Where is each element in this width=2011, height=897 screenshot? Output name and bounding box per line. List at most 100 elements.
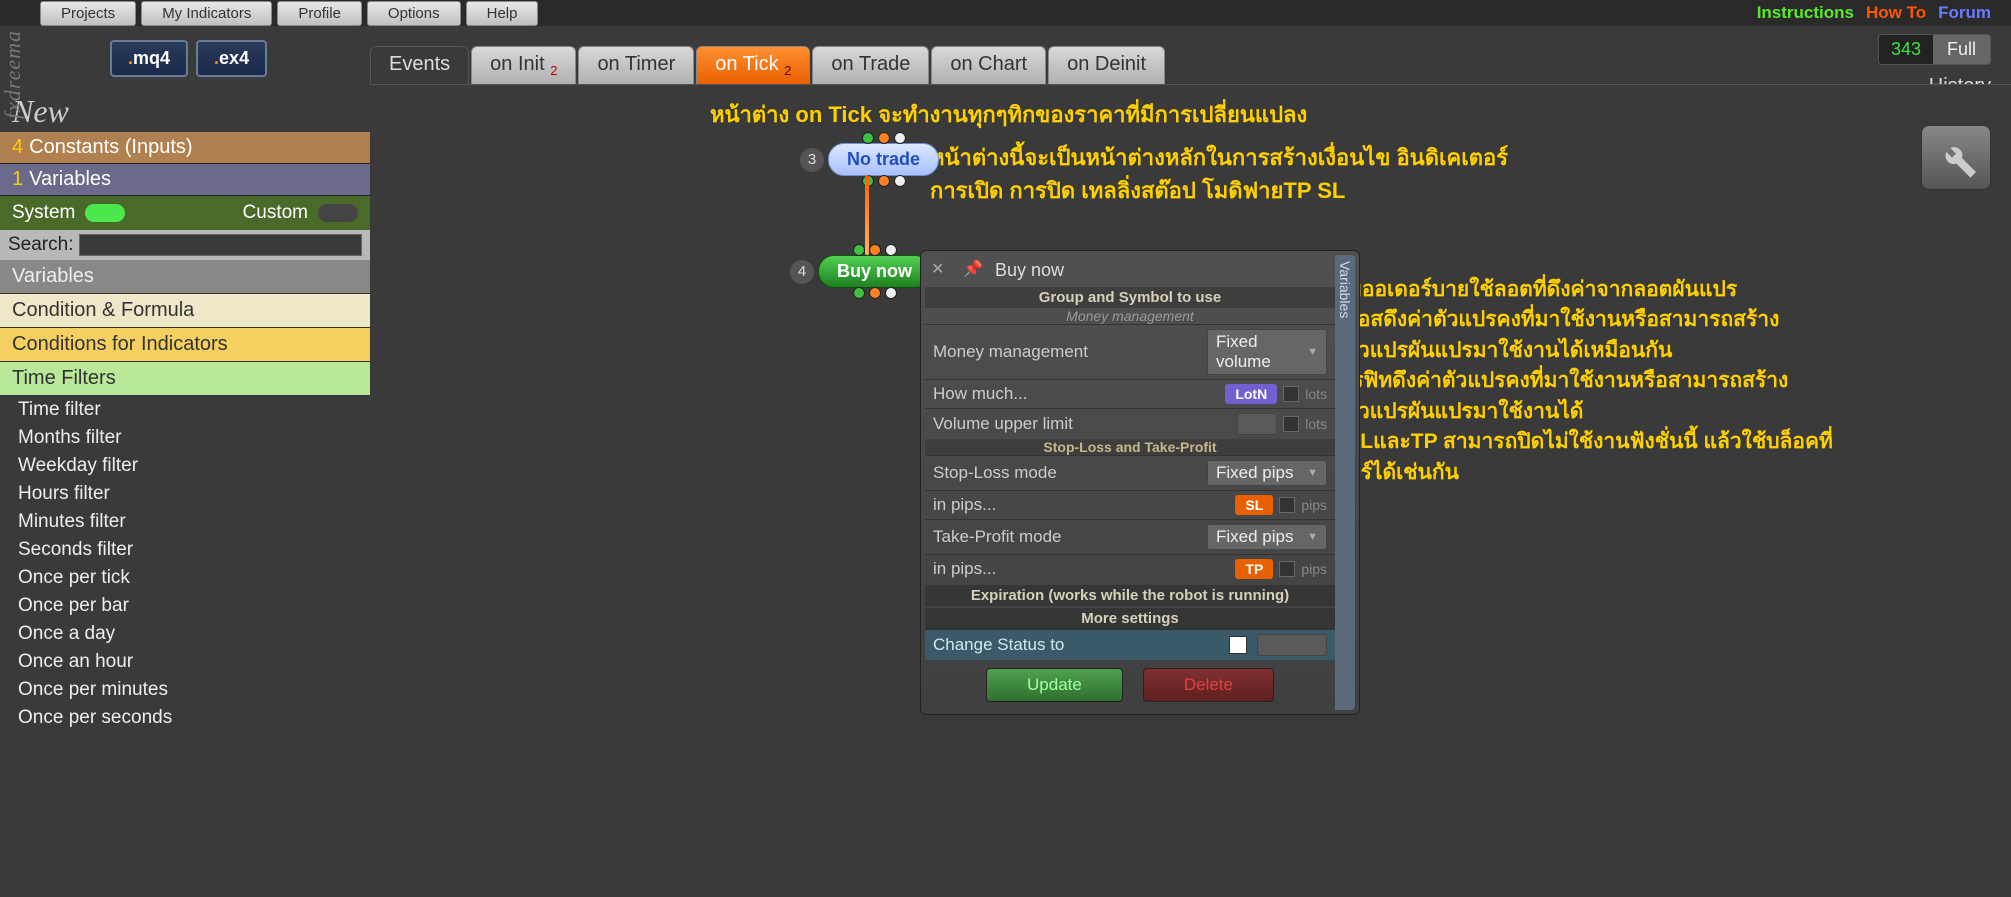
left-sidebar: .mq4 .ex4 New 4Constants (Inputs) 1Varia… <box>0 26 370 897</box>
toggle-custom-label: Custom <box>243 202 308 224</box>
menu-my-indicators[interactable]: My Indicators <box>141 1 272 26</box>
row-label: Volume upper limit <box>933 414 1237 434</box>
list-item[interactable]: Once per seconds <box>0 704 370 732</box>
time-filter-list: Time filter Months filter Weekday filter… <box>0 396 370 732</box>
tab-on-init[interactable]: on Init 2 <box>471 46 576 84</box>
row-label: in pips... <box>933 495 1235 515</box>
row-volume-upper: Volume upper limit lots <box>925 408 1335 439</box>
category-variables[interactable]: Variables <box>0 260 370 294</box>
search-input[interactable] <box>79 234 362 256</box>
section-variables[interactable]: 1 Variables <box>0 164 370 196</box>
link-instructions[interactable]: Instructions <box>1757 3 1854 23</box>
toggle-custom[interactable] <box>318 204 358 222</box>
tp-mode-select[interactable]: Fixed pips▼ <box>1207 524 1327 550</box>
row-label: How much... <box>933 384 1225 404</box>
row-tp-pips: in pips... TP pips <box>925 554 1335 583</box>
money-mgmt-select[interactable]: Fixed volume▼ <box>1207 329 1327 375</box>
tab-on-timer[interactable]: on Timer <box>578 46 694 84</box>
tab-on-chart[interactable]: on Chart <box>931 46 1046 84</box>
change-status-input[interactable] <box>1257 634 1327 656</box>
subsection-sltp: Stop-Loss and Take-Profit <box>925 439 1335 455</box>
filetype-ex4-button[interactable]: .ex4 <box>196 40 267 77</box>
canvas[interactable]: หน้าต่าง on Tick จะทำงานทุกๆทิกของราคาที… <box>370 84 2011 897</box>
toggle-system[interactable] <box>85 204 125 222</box>
list-item[interactable]: Months filter <box>0 424 370 452</box>
property-panel: ✕ 📌 Buy now Group and Symbol to use Mone… <box>920 250 1360 715</box>
unit-label: lots <box>1305 416 1327 432</box>
lot-variable-badge[interactable]: LotN <box>1225 384 1277 404</box>
list-item[interactable]: Once per tick <box>0 564 370 592</box>
pips-checkbox[interactable] <box>1279 497 1295 513</box>
brand-vertical: fxdreema <box>0 30 26 119</box>
menu-help[interactable]: Help <box>466 1 539 26</box>
tab-label: on Tick <box>715 53 778 75</box>
volume-upper-input[interactable] <box>1237 413 1277 435</box>
category-conditions-indicators[interactable]: Conditions for Indicators <box>0 328 370 362</box>
list-item[interactable]: Minutes filter <box>0 508 370 536</box>
panel-side-tab-variables[interactable]: Variables <box>1335 255 1355 710</box>
row-label: Stop-Loss mode <box>933 463 1207 483</box>
tab-on-deinit[interactable]: on Deinit <box>1048 46 1165 84</box>
panel-footer: Update Delete <box>925 660 1335 710</box>
tab-on-tick[interactable]: on Tick 2 <box>696 46 810 84</box>
section-group-symbol[interactable]: Group and Symbol to use <box>925 287 1335 308</box>
list-item[interactable]: Time filter <box>0 396 370 424</box>
category-time-filters[interactable]: Time Filters <box>0 362 370 396</box>
link-forum[interactable]: Forum <box>1938 3 1991 23</box>
row-label: in pips... <box>933 559 1235 579</box>
top-menubar: Projects My Indicators Profile Options H… <box>0 0 2011 26</box>
change-status-checkbox[interactable] <box>1229 636 1247 654</box>
node-buy-now[interactable]: 4 Buy now <box>790 255 931 288</box>
sl-variable-badge[interactable]: SL <box>1235 495 1273 515</box>
lots-checkbox[interactable] <box>1283 416 1299 432</box>
node-bubble[interactable]: Buy now <box>818 255 931 288</box>
node-bubble[interactable]: No trade <box>828 143 939 176</box>
variables-count: 1 <box>12 168 23 190</box>
tab-events[interactable]: Events <box>370 46 469 84</box>
lots-checkbox[interactable] <box>1283 386 1299 402</box>
tp-variable-badge[interactable]: TP <box>1235 559 1273 579</box>
delete-button[interactable]: Delete <box>1143 668 1274 702</box>
filetype-mq4-button[interactable]: .mq4 <box>110 40 188 77</box>
counter-pill[interactable]: 343 Full <box>1878 34 1991 65</box>
menu-profile[interactable]: Profile <box>277 1 362 26</box>
sl-mode-select[interactable]: Fixed pips▼ <box>1207 460 1327 486</box>
close-icon[interactable]: ✕ <box>931 259 953 281</box>
pin-icon[interactable]: 📌 <box>963 259 985 281</box>
section-expiration[interactable]: Expiration (works while the robot is run… <box>925 585 1335 606</box>
tab-on-trade[interactable]: on Trade <box>812 46 929 84</box>
node-label: Buy now <box>837 261 912 281</box>
node-index: 4 <box>790 260 814 284</box>
row-how-much: How much... LotN lots <box>925 379 1335 408</box>
menu-options[interactable]: Options <box>367 1 461 26</box>
list-item[interactable]: Once per bar <box>0 592 370 620</box>
update-button[interactable]: Update <box>986 668 1123 702</box>
menu-projects[interactable]: Projects <box>40 1 136 26</box>
variables-label: Variables <box>29 168 111 190</box>
search-row: Search: <box>0 230 370 260</box>
filetype-ex4-label: ex4 <box>219 48 249 68</box>
node-label: No trade <box>847 149 920 169</box>
list-item[interactable]: Seconds filter <box>0 536 370 564</box>
chevron-down-icon: ▼ <box>1307 531 1318 543</box>
constants-count: 4 <box>12 136 23 158</box>
section-more-settings[interactable]: More settings <box>925 608 1335 629</box>
row-label: Change Status to <box>933 635 1229 655</box>
hint-main: หน้าต่าง on Tick จะทำงานทุกๆทิกของราคาที… <box>710 97 1307 132</box>
list-item[interactable]: Hours filter <box>0 480 370 508</box>
list-item[interactable]: Once a day <box>0 620 370 648</box>
list-item[interactable]: Weekday filter <box>0 452 370 480</box>
section-constants[interactable]: 4Constants (Inputs) <box>0 132 370 164</box>
list-item[interactable]: Once per minutes <box>0 676 370 704</box>
node-no-trade[interactable]: 3 No trade <box>800 143 939 176</box>
unit-label: lots <box>1305 386 1327 402</box>
category-condition-formula[interactable]: Condition & Formula <box>0 294 370 328</box>
row-tp-mode: Take-Profit mode Fixed pips▼ <box>925 519 1335 554</box>
settings-wrench-button[interactable] <box>1921 125 1991 190</box>
row-sl-mode: Stop-Loss mode Fixed pips▼ <box>925 455 1335 490</box>
link-howto[interactable]: How To <box>1866 3 1926 23</box>
tab-badge: 2 <box>784 63 791 78</box>
panel-title: Buy now <box>995 260 1064 281</box>
pips-checkbox[interactable] <box>1279 561 1295 577</box>
list-item[interactable]: Once an hour <box>0 648 370 676</box>
